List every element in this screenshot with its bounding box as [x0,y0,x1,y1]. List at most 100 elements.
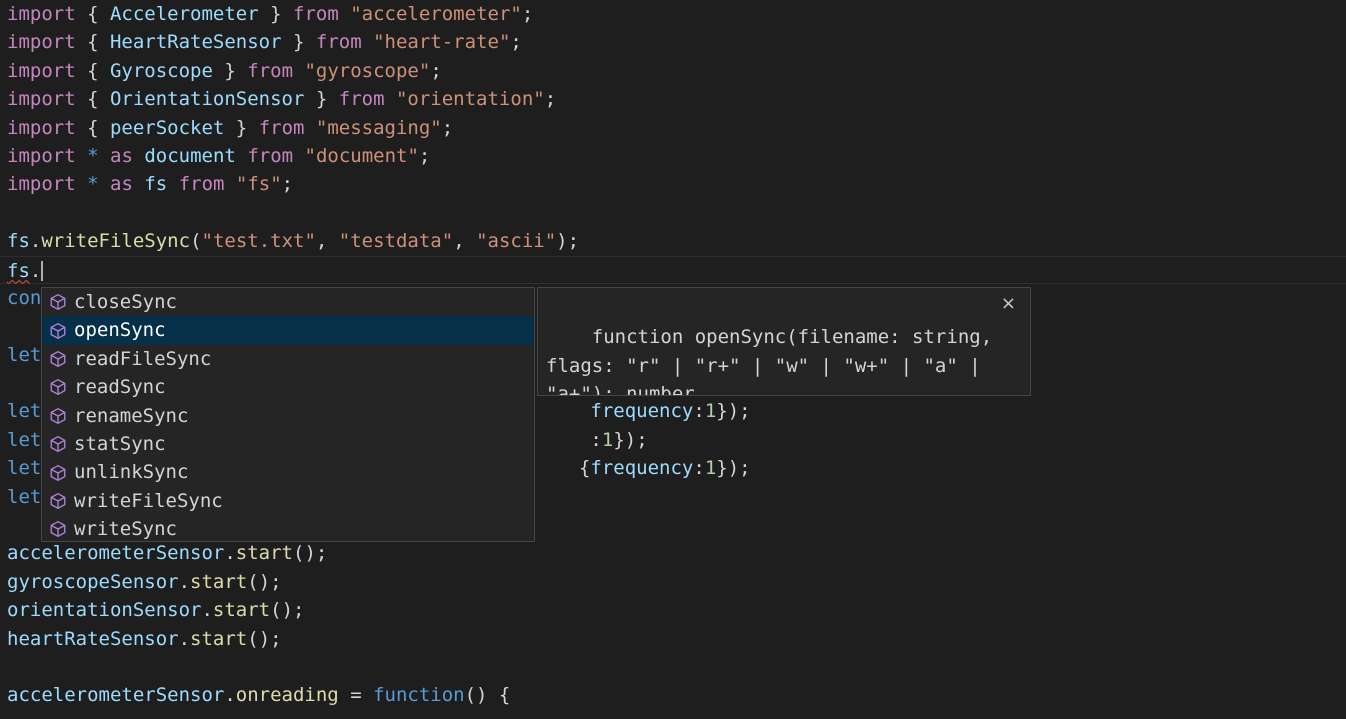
code-token: 1 [704,457,717,480]
autocomplete-suggest-widget[interactable]: closeSync openSync readFileSync readSync ren… [41,287,535,542]
suggestion-item-renameSync[interactable]: renameSync [42,402,534,430]
code-token: fs [7,230,30,253]
code-token: : [590,428,602,451]
suggestion-item-statSync[interactable]: statSync [42,430,534,458]
code-token: , [453,230,477,253]
suggestion-label: renameSync [74,404,189,427]
code-token: from [247,144,294,167]
code-token: HeartRateSensor [109,31,282,54]
method-cube-icon [48,292,68,312]
code-token: ( [190,230,202,253]
method-cube-icon [48,321,68,341]
code-token: ; [441,116,454,139]
code-line[interactable]: fs. [0,255,1346,284]
code-token: . [178,627,191,650]
method-cube-icon [48,406,68,426]
code-token: . [201,599,213,622]
code-token: let [7,485,42,508]
code-token: from [293,3,339,25]
code-token: peerSocket [109,116,225,139]
code-token: con [7,286,42,309]
code-token: import [7,144,76,167]
suggestion-item-readSync[interactable]: readSync [42,373,534,401]
code-line[interactable] [0,653,1346,681]
code-token: fs [144,173,168,196]
code-token: document [144,144,236,167]
code-token: ; [510,31,522,54]
code-token: heartRateSensor [7,627,179,650]
code-token: from [247,59,294,82]
code-token: let [7,400,42,423]
code-line[interactable]: fs.writeFileSync("test.txt", "testdata",… [0,227,1346,255]
code-token: start [190,570,248,593]
code-line[interactable]: orientationSensor.start(); [0,596,1346,624]
code-token: . [29,259,42,282]
code-token: accelerometerSensor [7,684,225,707]
code-token: let [7,457,42,480]
suggestion-item-writeSync[interactable]: writeSync [42,515,534,541]
code-token: from [258,116,305,139]
details-close-button[interactable]: × [1001,290,1016,318]
code-token: (); [247,570,282,593]
code-token: }); [716,457,751,480]
code-token: } [304,88,339,111]
code-token: Accelerometer [109,3,259,25]
code-line[interactable] [0,199,1346,227]
code-line[interactable]: import { Gyroscope } from "gyroscope"; [0,57,1346,85]
code-token: ; [521,3,534,25]
suggestion-label: readSync [74,376,166,399]
suggestion-item-writeFileSync[interactable]: writeFileSync [42,487,534,515]
code-token: "accelerometer" [350,3,522,25]
code-token: "document" [304,144,419,167]
suggestion-item-openSync[interactable]: openSync [42,316,534,345]
code-token: from [338,88,385,111]
code-line[interactable]: import * as document from "document"; [0,142,1346,170]
code-token: 1 [704,400,717,423]
code-line[interactable]: accelerometerSensor.start(); [0,539,1346,567]
code-token: start [212,599,271,622]
code-token: import [7,173,76,196]
code-token: Gyroscope [109,59,213,82]
suggestion-label: openSync [74,319,166,342]
code-token: writeFileSync [41,230,191,253]
code-token: ; [430,59,442,82]
details-signature: function openSync(filename: string, flag… [546,326,1004,396]
code-token: "messaging" [315,116,442,139]
code-token: from [178,173,225,196]
suggestion-details-panel: function openSync(filename: string, flag… [537,287,1031,396]
code-token: ; [544,88,557,111]
code-line[interactable]: import { OrientationSensor } from "orien… [0,85,1346,113]
code-token: . [224,684,236,707]
code-line[interactable]: gyroscopeSensor.start(); [0,568,1346,596]
code-editor[interactable]: import { Accelerometer } from "accelerom… [0,0,1346,719]
suggestion-item-unlinkSync[interactable]: unlinkSync [42,458,534,486]
suggestion-item-readFileSync[interactable]: readFileSync [42,345,534,373]
code-token: import [7,31,76,54]
code-token: { [578,457,591,480]
code-line[interactable]: import { Accelerometer } from "accelerom… [0,0,1346,28]
suggestion-item-closeSync[interactable]: closeSync [42,288,534,316]
code-line[interactable]: import { HeartRateSensor } from "heart-r… [0,28,1346,56]
method-cube-icon [48,434,68,454]
code-line[interactable]: accelerometerSensor.onreading = function… [0,681,1346,709]
method-cube-icon [48,491,68,511]
code-token: "heart-rate" [373,31,511,54]
code-token: { [75,88,110,111]
code-token: "test.txt" [201,230,316,253]
code-line[interactable]: heartRateSensor.start(); [0,625,1346,653]
code-token: . [29,230,42,253]
code-line[interactable]: import * as fs from "fs"; [0,170,1346,198]
code-token: onreading [235,684,339,707]
code-token: () { [464,684,511,707]
code-token: function [373,684,465,707]
code-line[interactable]: import { peerSocket } from "messaging"; [0,114,1346,142]
